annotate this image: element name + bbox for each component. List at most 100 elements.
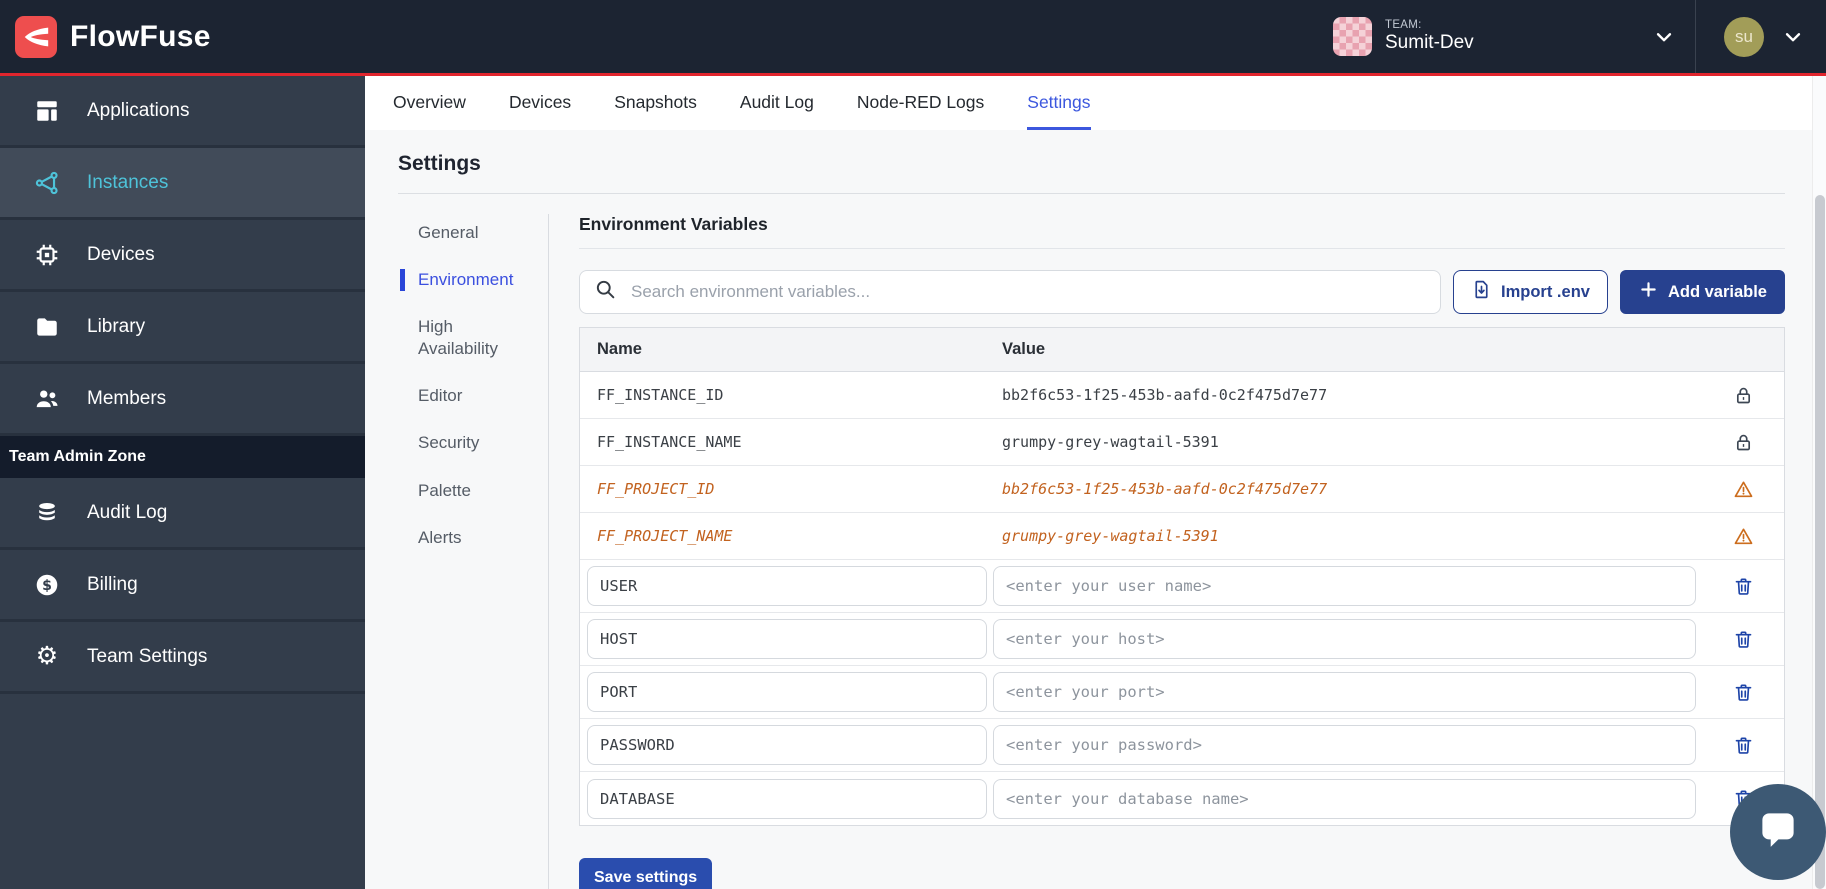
env-var-name: FF_INSTANCE_NAME bbox=[580, 433, 1002, 451]
search-box bbox=[579, 270, 1441, 314]
env-variables-table: Name Value FF_INSTANCE_ID bb2f6c53-1f25-… bbox=[579, 327, 1785, 826]
sidebar-item-instances[interactable]: Instances bbox=[0, 148, 365, 220]
main-area: Overview Devices Snapshots Audit Log Node-RE… bbox=[365, 76, 1813, 889]
env-row-ff-instance-name: FF_INSTANCE_NAME grumpy-grey-wagtail-539… bbox=[580, 419, 1784, 466]
sidebar-item-devices[interactable]: Devices bbox=[0, 220, 365, 292]
env-row-port bbox=[580, 666, 1784, 719]
env-row-ff-project-id: FF_PROJECT_ID bb2f6c53-1f25-453b-aafd-0c… bbox=[580, 466, 1784, 513]
env-var-value: grumpy-grey-wagtail-5391 bbox=[1002, 527, 1702, 545]
settings-content: Settings General Environment High Availabi… bbox=[365, 130, 1813, 889]
user-avatar: su bbox=[1724, 17, 1764, 57]
env-var-value: grumpy-grey-wagtail-5391 bbox=[1002, 433, 1702, 451]
svg-text:$: $ bbox=[42, 577, 52, 593]
env-row-database bbox=[580, 772, 1784, 825]
sidebar-item-members[interactable]: Members bbox=[0, 364, 365, 436]
tab-node-red-logs[interactable]: Node-RED Logs bbox=[857, 76, 984, 130]
env-var-value-input[interactable] bbox=[993, 725, 1696, 765]
sidebar-item-applications[interactable]: Applications bbox=[0, 76, 365, 148]
env-var-name-input[interactable] bbox=[587, 725, 987, 765]
header-right: TEAM: Sumit-Dev su bbox=[1306, 0, 1826, 73]
subnav-item-editor[interactable]: Editor bbox=[400, 385, 530, 407]
env-row-password bbox=[580, 719, 1784, 772]
env-row-user bbox=[580, 560, 1784, 613]
scrollbar-thumb[interactable] bbox=[1815, 195, 1825, 889]
chat-widget-button[interactable] bbox=[1730, 784, 1826, 880]
env-row-ff-instance-id: FF_INSTANCE_ID bb2f6c53-1f25-453b-aafd-0… bbox=[580, 372, 1784, 419]
lock-icon bbox=[1702, 385, 1784, 406]
subnav-item-palette[interactable]: Palette bbox=[400, 480, 530, 502]
env-var-name-input[interactable] bbox=[587, 672, 987, 712]
subnav-item-alerts[interactable]: Alerts bbox=[400, 527, 530, 549]
env-var-name: FF_PROJECT_ID bbox=[580, 480, 1002, 498]
trash-icon[interactable] bbox=[1702, 682, 1784, 703]
scrollbar-track[interactable] bbox=[1812, 76, 1826, 889]
tab-devices[interactable]: Devices bbox=[509, 76, 571, 130]
env-var-name: FF_INSTANCE_ID bbox=[580, 386, 1002, 404]
audit-log-icon bbox=[34, 500, 60, 526]
column-header-name: Name bbox=[580, 340, 1002, 359]
env-var-value: bb2f6c53-1f25-453b-aafd-0c2f475d7e77 bbox=[1002, 480, 1702, 498]
sidebar-item-audit-log[interactable]: Audit Log bbox=[0, 478, 365, 550]
team-name: Sumit-Dev bbox=[1385, 32, 1550, 54]
team-label: TEAM: bbox=[1385, 19, 1550, 32]
env-var-name-input[interactable] bbox=[587, 779, 987, 819]
sidebar-item-billing[interactable]: $ Billing bbox=[0, 550, 365, 622]
add-variable-button[interactable]: Add variable bbox=[1620, 270, 1785, 314]
sidebar-item-library[interactable]: Library bbox=[0, 292, 365, 364]
instances-icon bbox=[34, 170, 60, 196]
import-env-button[interactable]: Import .env bbox=[1453, 270, 1608, 314]
trash-icon[interactable] bbox=[1702, 576, 1784, 597]
subnav-item-security[interactable]: Security bbox=[400, 432, 530, 454]
sidebar-main-items: Applications Instances Devices Library M… bbox=[0, 76, 365, 436]
env-toolbar: Import .env Add variable bbox=[579, 270, 1785, 314]
import-file-icon bbox=[1471, 279, 1492, 305]
column-header-value: Value bbox=[1002, 340, 1702, 359]
team-text: TEAM: Sumit-Dev bbox=[1385, 19, 1550, 54]
environment-panel: Environment Variables Impor bbox=[549, 214, 1813, 889]
section-heading: Environment Variables bbox=[579, 214, 1785, 249]
save-settings-button[interactable]: Save settings bbox=[579, 858, 712, 889]
env-var-value-input[interactable] bbox=[993, 619, 1696, 659]
lock-icon bbox=[1702, 432, 1784, 453]
add-variable-label: Add variable bbox=[1668, 283, 1767, 302]
team-avatar bbox=[1333, 17, 1372, 56]
locked-rows: FF_INSTANCE_ID bb2f6c53-1f25-453b-aafd-0… bbox=[580, 372, 1784, 560]
gear-icon: ⚙ bbox=[34, 644, 60, 670]
subnav-item-environment[interactable]: Environment bbox=[400, 269, 530, 291]
editable-rows bbox=[580, 560, 1784, 825]
warning-icon bbox=[1702, 526, 1784, 547]
chat-bubble-icon bbox=[1753, 805, 1803, 860]
flowfuse-logo-icon bbox=[15, 16, 57, 58]
search-icon bbox=[594, 278, 617, 306]
env-row-ff-project-name: FF_PROJECT_NAME grumpy-grey-wagtail-5391 bbox=[580, 513, 1784, 560]
tab-snapshots[interactable]: Snapshots bbox=[614, 76, 697, 130]
env-var-value-input[interactable] bbox=[993, 672, 1696, 712]
subnav-item-high-availability[interactable]: High Availability bbox=[400, 316, 530, 360]
sidebar-item-team-settings[interactable]: ⚙ Team Settings bbox=[0, 622, 365, 694]
user-menu[interactable]: su bbox=[1696, 17, 1826, 57]
env-row-host bbox=[580, 613, 1784, 666]
brand-name: FlowFuse bbox=[70, 20, 211, 54]
table-header: Name Value bbox=[580, 328, 1784, 372]
env-var-value-input[interactable] bbox=[993, 566, 1696, 606]
tab-settings[interactable]: Settings bbox=[1027, 76, 1090, 130]
team-switcher[interactable]: TEAM: Sumit-Dev bbox=[1306, 0, 1695, 73]
brand[interactable]: FlowFuse bbox=[0, 16, 211, 58]
trash-icon[interactable] bbox=[1702, 629, 1784, 650]
env-var-name-input[interactable] bbox=[587, 566, 987, 606]
env-var-value-input[interactable] bbox=[993, 779, 1696, 819]
warning-icon bbox=[1702, 479, 1784, 500]
page-title-rule bbox=[398, 193, 1785, 194]
sidebar: Applications Instances Devices Library M… bbox=[0, 76, 365, 889]
env-var-name-input[interactable] bbox=[587, 619, 987, 659]
subnav-item-general[interactable]: General bbox=[400, 222, 530, 244]
env-var-value: bb2f6c53-1f25-453b-aafd-0c2f475d7e77 bbox=[1002, 386, 1702, 404]
tab-overview[interactable]: Overview bbox=[393, 76, 466, 130]
tab-audit-log[interactable]: Audit Log bbox=[740, 76, 814, 130]
instance-tabbar: Overview Devices Snapshots Audit Log Node-RE… bbox=[365, 76, 1813, 130]
chevron-down-icon bbox=[1782, 26, 1804, 48]
trash-icon[interactable] bbox=[1702, 735, 1784, 756]
search-input[interactable] bbox=[629, 281, 1426, 303]
page-title: Settings bbox=[398, 152, 1813, 176]
sidebar-admin-items: Audit Log $ Billing ⚙ Team Settings bbox=[0, 478, 365, 694]
